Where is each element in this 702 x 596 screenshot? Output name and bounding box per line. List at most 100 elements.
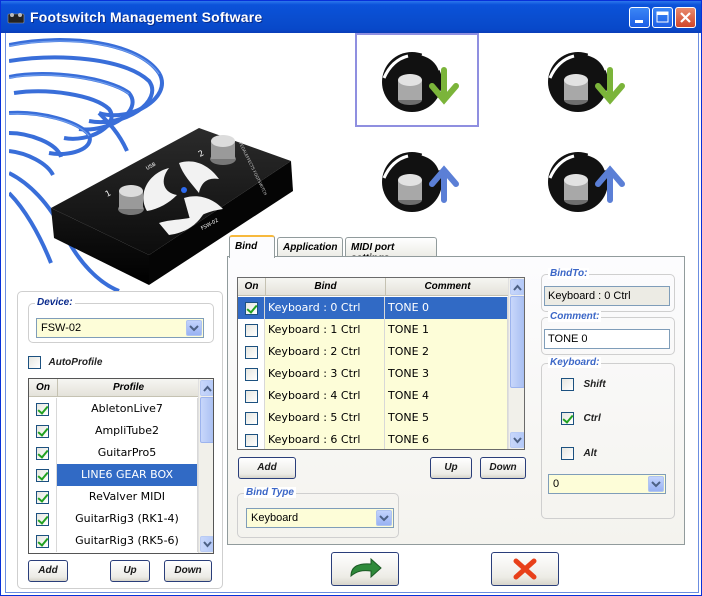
bind-value[interactable]: Keyboard : 2 Ctrl bbox=[265, 341, 385, 363]
profile-row[interactable]: GuitarRig3 (RK5-6) bbox=[29, 530, 198, 552]
bind-up-button[interactable]: Up bbox=[430, 457, 472, 479]
dropdown-arrow-button[interactable] bbox=[376, 510, 392, 526]
bind-enabled-checkbox[interactable] bbox=[244, 433, 258, 447]
cancel-button[interactable] bbox=[491, 552, 559, 586]
bind-row[interactable]: Keyboard : 4 Ctrl TONE 4 bbox=[238, 385, 508, 407]
tab-bind[interactable]: Bind bbox=[229, 235, 275, 258]
profile-up-button[interactable]: Up bbox=[110, 560, 150, 582]
pedal-2-press-tile[interactable] bbox=[521, 33, 645, 127]
bind-comment[interactable]: TONE 2 bbox=[385, 341, 508, 363]
scroll-up-button[interactable] bbox=[200, 380, 213, 396]
title-bar[interactable]: Footswitch Management Software bbox=[1, 1, 701, 33]
bind-value[interactable]: Keyboard : 4 Ctrl bbox=[265, 385, 385, 407]
pedal-1-press-tile[interactable] bbox=[355, 33, 479, 127]
pedal-2-release-tile[interactable] bbox=[521, 133, 645, 227]
profile-enabled-checkbox[interactable] bbox=[36, 402, 49, 416]
autoprofile-row[interactable]: AutoProfile bbox=[28, 355, 102, 369]
profile-row[interactable]: GuitarRig3 (RK1-4) bbox=[29, 508, 198, 530]
bind-row[interactable]: Keyboard : 0 Ctrl TONE 0 bbox=[238, 297, 508, 319]
profile-row-on-cell[interactable] bbox=[29, 530, 57, 552]
bind-enabled-checkbox[interactable] bbox=[244, 345, 258, 359]
bind-enabled-checkbox[interactable] bbox=[244, 301, 258, 315]
bind-row-on-cell[interactable] bbox=[238, 429, 265, 449]
device-select[interactable]: FSW-02 bbox=[36, 318, 204, 338]
ctrl-checkbox[interactable] bbox=[561, 411, 574, 425]
close-button[interactable] bbox=[675, 7, 696, 28]
profile-row-on-cell[interactable] bbox=[29, 398, 57, 420]
profile-name[interactable]: GuitarRig3 (RK5-6) bbox=[57, 530, 198, 552]
tab-midi-port-settings[interactable]: MIDI port settings bbox=[345, 237, 437, 264]
scroll-down-button[interactable] bbox=[200, 536, 213, 552]
modifier-shift-row[interactable]: Shift bbox=[561, 377, 606, 391]
profile-name[interactable]: ReValver MIDI bbox=[57, 486, 198, 508]
profile-row-on-cell[interactable] bbox=[29, 486, 57, 508]
profile-row[interactable]: AbletonLive7 bbox=[29, 398, 198, 420]
profile-row-on-cell[interactable] bbox=[29, 508, 57, 530]
profile-row[interactable]: LINE6 GEAR BOX bbox=[29, 464, 198, 486]
scroll-thumb[interactable] bbox=[510, 296, 524, 388]
profile-enabled-checkbox[interactable] bbox=[36, 468, 49, 482]
scroll-thumb[interactable] bbox=[200, 397, 213, 443]
profile-row[interactable]: ReValver MIDI bbox=[29, 486, 198, 508]
bind-comment[interactable]: TONE 4 bbox=[385, 385, 508, 407]
scroll-down-button[interactable] bbox=[510, 432, 524, 448]
bind-comment[interactable]: TONE 5 bbox=[385, 407, 508, 429]
bind-value[interactable]: Keyboard : 0 Ctrl bbox=[265, 297, 385, 319]
dropdown-arrow-button[interactable] bbox=[186, 320, 202, 336]
profile-name[interactable]: GuitarPro5 bbox=[57, 442, 198, 464]
pedal-1-release-tile[interactable] bbox=[355, 133, 479, 227]
bind-type-select[interactable]: Keyboard bbox=[246, 508, 394, 528]
profile-enabled-checkbox[interactable] bbox=[36, 512, 49, 526]
bind-comment[interactable]: TONE 3 bbox=[385, 363, 508, 385]
tab-application[interactable]: Application bbox=[277, 237, 343, 257]
minimize-button[interactable] bbox=[629, 7, 650, 28]
bind-value[interactable]: Keyboard : 1 Ctrl bbox=[265, 319, 385, 341]
bind-add-button[interactable]: Add bbox=[238, 457, 296, 479]
profile-name[interactable]: AmpliTube2 bbox=[57, 420, 198, 442]
bind-down-button[interactable]: Down bbox=[480, 457, 526, 479]
modifier-ctrl-row[interactable]: Ctrl bbox=[561, 411, 601, 425]
bind-row[interactable]: Keyboard : 1 Ctrl TONE 1 bbox=[238, 319, 508, 341]
bind-comment[interactable]: TONE 6 bbox=[385, 429, 508, 449]
key-select[interactable]: 0 bbox=[548, 474, 666, 494]
autoprofile-checkbox[interactable] bbox=[28, 355, 41, 369]
profile-enabled-checkbox[interactable] bbox=[36, 424, 49, 438]
bind-enabled-checkbox[interactable] bbox=[244, 323, 258, 337]
profile-row-on-cell[interactable] bbox=[29, 442, 57, 464]
profile-add-button[interactable]: Add bbox=[28, 560, 68, 582]
profile-name[interactable]: AbletonLive7 bbox=[57, 398, 198, 420]
bind-comment[interactable]: TONE 0 bbox=[385, 297, 508, 319]
profile-enabled-checkbox[interactable] bbox=[36, 446, 49, 460]
profile-scrollbar[interactable] bbox=[198, 379, 213, 553]
bind-row-on-cell[interactable] bbox=[238, 319, 265, 341]
bind-enabled-checkbox[interactable] bbox=[244, 389, 258, 403]
bind-row-on-cell[interactable] bbox=[238, 341, 265, 363]
shift-checkbox[interactable] bbox=[561, 377, 574, 391]
scroll-up-button[interactable] bbox=[510, 279, 524, 295]
apply-button[interactable] bbox=[331, 552, 399, 586]
bind-scrollbar[interactable] bbox=[508, 278, 524, 449]
comment-input[interactable]: TONE 0 bbox=[544, 329, 670, 349]
bind-value[interactable]: Keyboard : 6 Ctrl bbox=[265, 429, 385, 449]
profile-row[interactable]: GuitarPro5 bbox=[29, 442, 198, 464]
profile-enabled-checkbox[interactable] bbox=[36, 490, 49, 504]
bind-row[interactable]: Keyboard : 5 Ctrl TONE 5 bbox=[238, 407, 508, 429]
profile-enabled-checkbox[interactable] bbox=[36, 534, 49, 548]
profile-row-on-cell[interactable] bbox=[29, 464, 57, 486]
bind-row-on-cell[interactable] bbox=[238, 297, 265, 319]
alt-checkbox[interactable] bbox=[561, 446, 574, 460]
modifier-alt-row[interactable]: Alt bbox=[561, 446, 597, 460]
bind-enabled-checkbox[interactable] bbox=[244, 367, 258, 381]
bind-value[interactable]: Keyboard : 3 Ctrl bbox=[265, 363, 385, 385]
dropdown-arrow-button[interactable] bbox=[648, 476, 664, 492]
profile-down-button[interactable]: Down bbox=[164, 560, 212, 582]
bind-row-on-cell[interactable] bbox=[238, 363, 265, 385]
profile-name[interactable]: LINE6 GEAR BOX bbox=[57, 464, 198, 486]
bind-row-on-cell[interactable] bbox=[238, 407, 265, 429]
maximize-button[interactable] bbox=[652, 7, 673, 28]
bind-comment[interactable]: TONE 1 bbox=[385, 319, 508, 341]
bind-value[interactable]: Keyboard : 5 Ctrl bbox=[265, 407, 385, 429]
profile-name[interactable]: GuitarRig3 (RK1-4) bbox=[57, 508, 198, 530]
bind-row-on-cell[interactable] bbox=[238, 385, 265, 407]
profile-row[interactable]: AmpliTube2 bbox=[29, 420, 198, 442]
